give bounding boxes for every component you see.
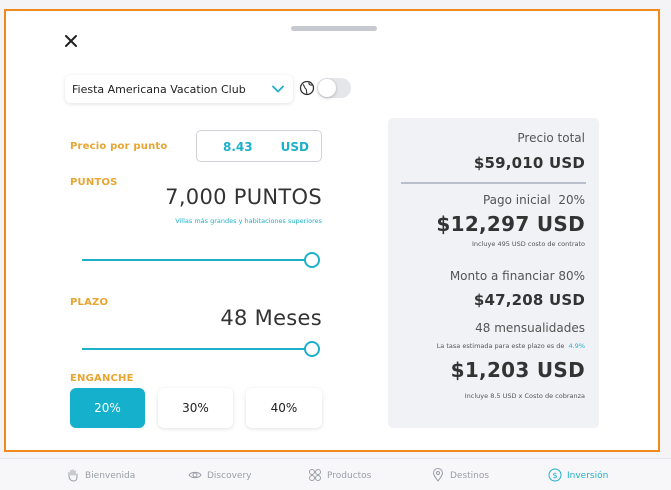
tab-label: Inversión bbox=[567, 471, 609, 481]
initial-payment-note: Incluye 495 USD costo de contrato bbox=[472, 240, 585, 248]
points-slider[interactable] bbox=[82, 252, 320, 268]
tab-label: Destinos bbox=[450, 471, 490, 481]
months-label: 48 mensualidades bbox=[475, 321, 585, 335]
monthly-value: $1,203 USD bbox=[450, 358, 585, 382]
points-label: PUNTOS bbox=[70, 177, 118, 188]
dollar-icon: $ bbox=[548, 468, 562, 485]
monthly-note: Incluye 8.5 USD x Costo de cobranza bbox=[464, 392, 585, 400]
points-value: 7,000 PUNTOS bbox=[165, 185, 322, 209]
price-per-point-input[interactable]: 8.43 USD bbox=[196, 130, 322, 162]
initial-payment-label: Pago inicial 20% bbox=[482, 193, 585, 207]
rate-value: 4.9% bbox=[568, 342, 585, 350]
down-option-30[interactable]: 30% bbox=[158, 388, 233, 428]
term-slider[interactable] bbox=[82, 341, 320, 357]
term-label: PLAZO bbox=[70, 297, 109, 308]
points-note: Villas más grandes y habitaciones superi… bbox=[175, 217, 322, 225]
total-label: Precio total bbox=[517, 131, 585, 145]
grid-icon bbox=[308, 468, 322, 485]
eye-icon bbox=[188, 468, 202, 485]
close-icon[interactable] bbox=[62, 32, 80, 50]
tab-label: Discovery bbox=[207, 471, 252, 481]
finance-value: $47,208 USD bbox=[473, 291, 585, 309]
down-option-40[interactable]: 40% bbox=[246, 388, 322, 428]
term-slider-thumb[interactable] bbox=[304, 341, 320, 357]
summary-panel: Precio total $59,010 USD Pago inicial 20… bbox=[388, 118, 599, 428]
club-select[interactable]: Fiesta Americana Vacation Club bbox=[65, 75, 293, 103]
tab-label: Productos bbox=[327, 471, 372, 481]
toggle-switch[interactable] bbox=[317, 78, 351, 98]
rate-note: La tasa estimada para este plazo es de 4… bbox=[436, 342, 585, 350]
globe-icon bbox=[299, 80, 315, 96]
down-option-20[interactable]: 20% bbox=[70, 388, 145, 428]
tab-discovery[interactable]: Discovery bbox=[188, 468, 251, 484]
bottom-tab-bar: Bienvenida Discovery Productos Destinos … bbox=[0, 458, 671, 490]
initial-payment-value: $12,297 USD bbox=[436, 212, 585, 236]
term-slider-track bbox=[82, 348, 312, 350]
total-value: $59,010 USD bbox=[473, 154, 585, 172]
price-per-point-value: 8.43 bbox=[223, 140, 253, 154]
summary-divider bbox=[401, 182, 586, 184]
tab-inversion[interactable]: $ Inversión bbox=[548, 468, 608, 484]
price-currency: USD bbox=[280, 140, 309, 154]
down-payment-label: ENGANCHE bbox=[70, 373, 134, 384]
club-select-value: Fiesta Americana Vacation Club bbox=[72, 82, 246, 96]
chevron-down-icon bbox=[271, 82, 285, 96]
points-slider-thumb[interactable] bbox=[304, 252, 320, 268]
finance-label: Monto a financiar 80% bbox=[449, 269, 585, 283]
map-pin-icon bbox=[431, 467, 445, 485]
tab-destinos[interactable]: Destinos bbox=[431, 467, 490, 485]
price-per-point-label: Precio por punto bbox=[70, 141, 168, 152]
tab-bienvenida[interactable]: Bienvenida bbox=[66, 468, 135, 484]
toggle-knob bbox=[318, 79, 336, 97]
hand-icon bbox=[66, 468, 80, 485]
tab-label: Bienvenida bbox=[85, 471, 136, 481]
term-value: 48 Meses bbox=[220, 306, 322, 330]
drag-handle[interactable] bbox=[291, 26, 377, 31]
tab-productos[interactable]: Productos bbox=[308, 468, 371, 484]
svg-text:$: $ bbox=[552, 471, 557, 480]
points-slider-track bbox=[82, 259, 312, 261]
